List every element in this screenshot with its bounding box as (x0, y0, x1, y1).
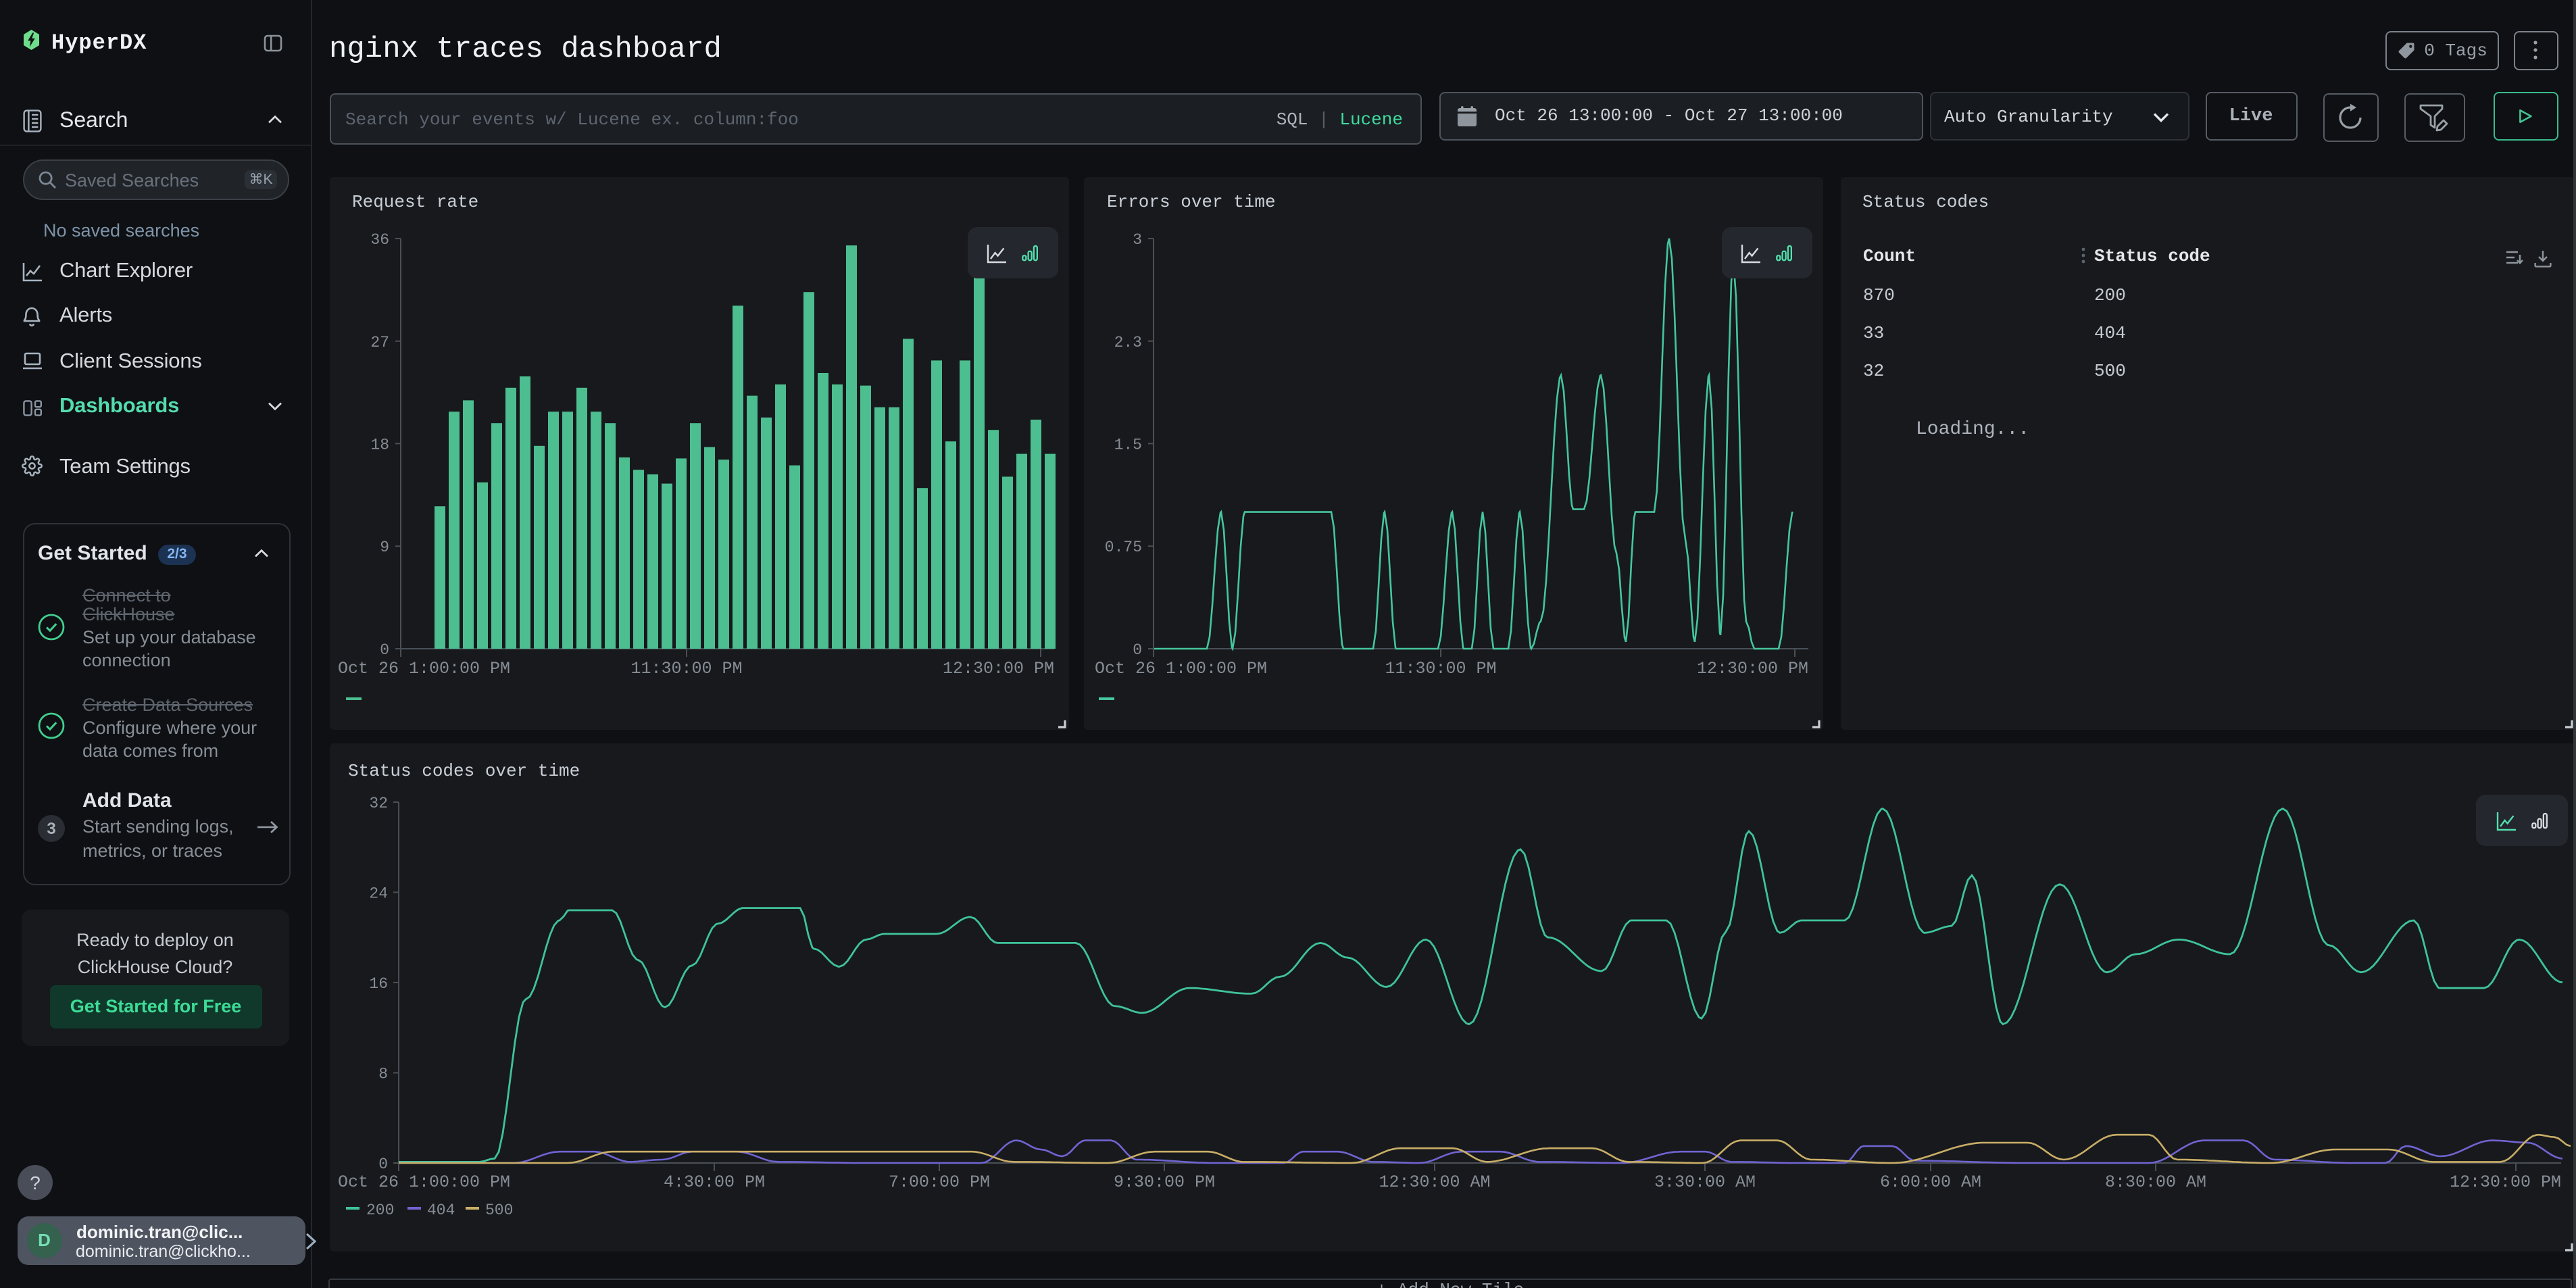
svg-text:7:00:00 PM: 7:00:00 PM (889, 1172, 990, 1192)
svg-text:0: 0 (378, 1156, 388, 1173)
svg-text:24: 24 (369, 885, 388, 902)
svg-text:0.75: 0.75 (1105, 539, 1142, 556)
svg-text:0: 0 (380, 641, 389, 659)
svg-text:11:30:00 PM: 11:30:00 PM (1385, 659, 1496, 678)
svg-text:3:30:00 AM: 3:30:00 AM (1654, 1172, 1756, 1192)
svg-text:9: 9 (380, 539, 389, 556)
svg-text:0: 0 (1133, 641, 1142, 659)
svg-text:2.3: 2.3 (1114, 334, 1142, 351)
svg-text:8: 8 (378, 1066, 388, 1083)
svg-text:Oct 26 1:00:00 PM: Oct 26 1:00:00 PM (338, 1172, 510, 1192)
svg-text:11:30:00 PM: 11:30:00 PM (630, 659, 742, 678)
svg-text:12:30:00 PM: 12:30:00 PM (1697, 659, 1808, 678)
svg-text:32: 32 (369, 795, 388, 812)
svg-text:1.5: 1.5 (1114, 436, 1142, 453)
svg-text:Oct 26 1:00:00 PM: Oct 26 1:00:00 PM (338, 659, 510, 678)
svg-text:6:00:00 AM: 6:00:00 AM (1880, 1172, 1981, 1192)
svg-text:3: 3 (1133, 231, 1142, 249)
svg-text:Oct 26 1:00:00 PM: Oct 26 1:00:00 PM (1095, 659, 1267, 678)
svg-text:36: 36 (370, 231, 389, 249)
svg-text:12:30:00 AM: 12:30:00 AM (1379, 1172, 1490, 1192)
svg-text:16: 16 (369, 975, 388, 993)
svg-text:200: 200 (366, 1202, 394, 1219)
svg-text:4:30:00 PM: 4:30:00 PM (664, 1172, 765, 1192)
svg-text:27: 27 (370, 334, 389, 351)
svg-text:404: 404 (427, 1202, 455, 1219)
svg-text:12:30:00 PM: 12:30:00 PM (943, 659, 1054, 678)
svg-text:8:30:00 AM: 8:30:00 AM (2105, 1172, 2206, 1192)
svg-text:500: 500 (485, 1202, 513, 1219)
svg-text:18: 18 (370, 436, 389, 453)
svg-text:9:30:00 PM: 9:30:00 PM (1114, 1172, 1215, 1192)
svg-text:12:30:00 PM: 12:30:00 PM (2450, 1172, 2561, 1192)
